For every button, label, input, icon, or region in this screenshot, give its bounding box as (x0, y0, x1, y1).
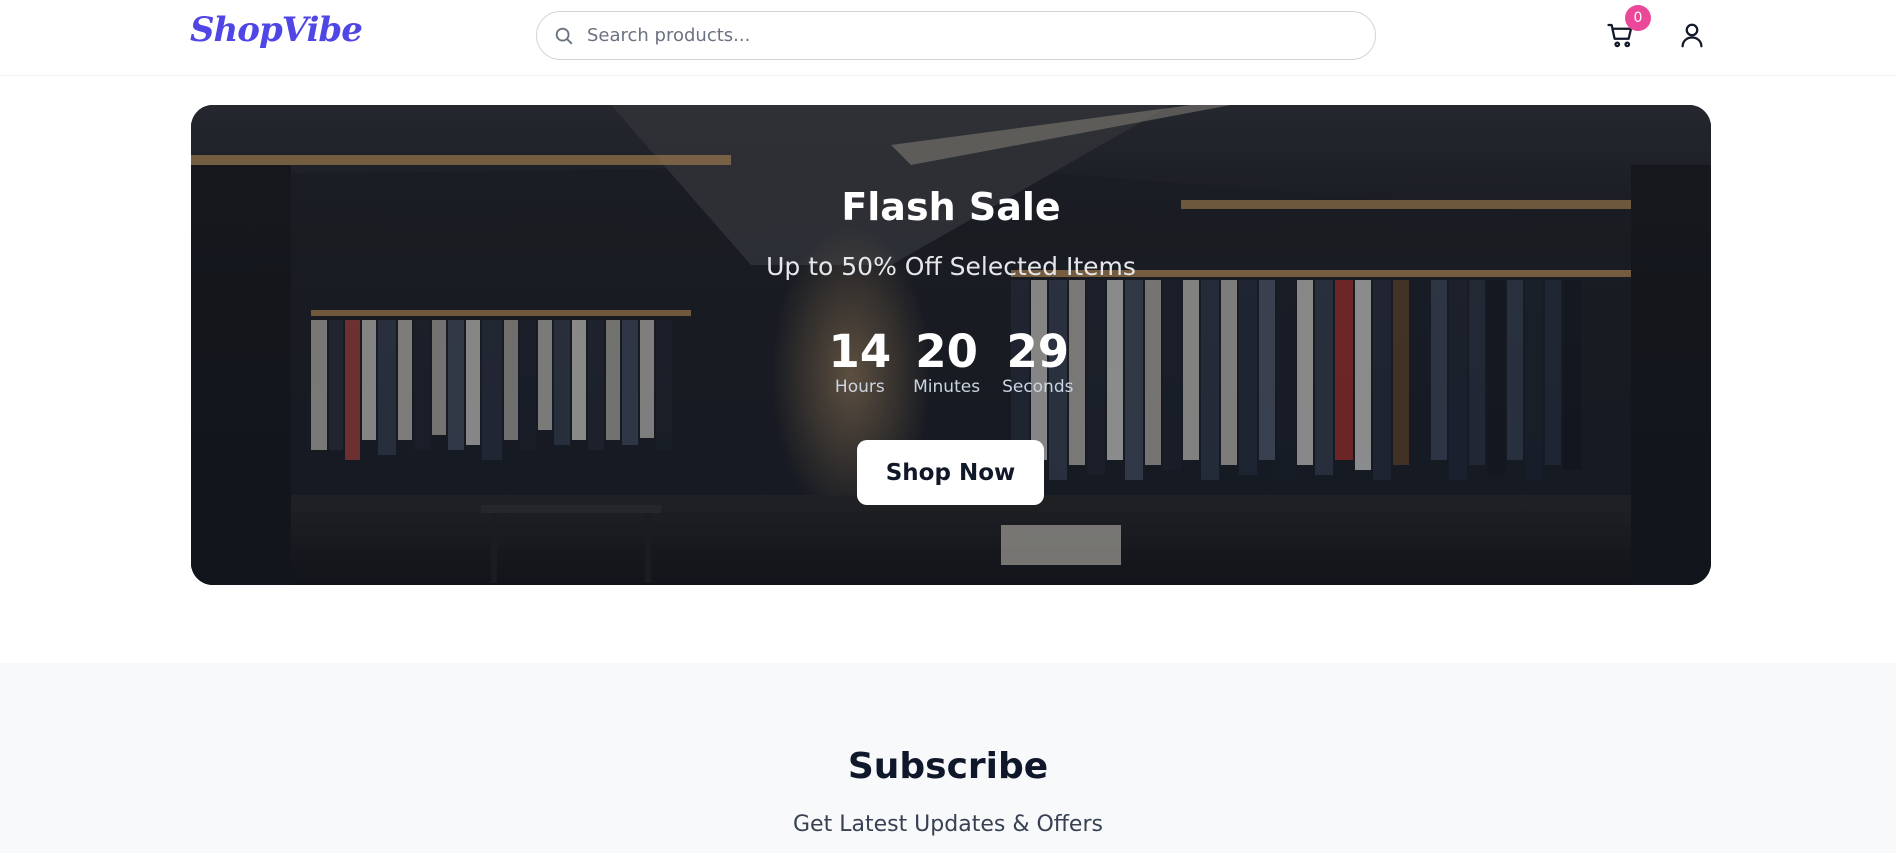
countdown-value: 14 (828, 325, 892, 378)
countdown-value: 20 (915, 325, 978, 378)
countdown-value: 29 (1006, 325, 1070, 378)
countdown-label: Seconds (1002, 377, 1074, 397)
search-input[interactable] (587, 12, 1347, 58)
subscribe-section: Subscribe Get Latest Updates & Offers (0, 663, 1896, 853)
subscribe-title: Subscribe (847, 746, 1049, 787)
countdown-hours: 14 Hours (828, 325, 892, 398)
logo[interactable]: ShopVibe (190, 10, 363, 50)
countdown-minutes: 20 Minutes (913, 325, 981, 398)
search-bar[interactable] (536, 11, 1376, 60)
cart-count-badge: 0 (1625, 5, 1651, 31)
shop-now-button[interactable]: Shop Now (857, 440, 1044, 505)
countdown-timer: 14 Hours 20 Minutes 29 Seconds (191, 325, 1711, 398)
countdown-seconds: 29 Seconds (1002, 325, 1074, 398)
sale-title: Flash Sale (841, 185, 1061, 229)
countdown-label: Minutes (913, 377, 981, 397)
countdown-label: Hours (834, 377, 885, 397)
site-header: ShopVibe 0 (0, 0, 1896, 76)
sale-subtitle: Up to 50% Off Selected Items (766, 252, 1136, 281)
search-icon (555, 27, 573, 45)
user-icon[interactable] (1677, 20, 1707, 50)
subscribe-text: Get Latest Updates & Offers (793, 812, 1103, 837)
flash-sale-banner: Flash Sale Up to 50% Off Selected Items … (191, 105, 1711, 585)
